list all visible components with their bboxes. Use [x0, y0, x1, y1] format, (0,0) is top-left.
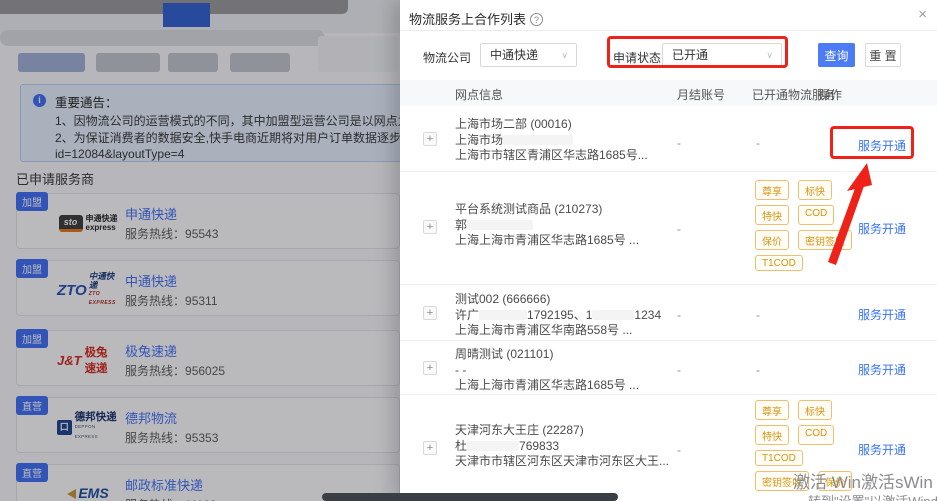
service-tag: 标快: [798, 400, 832, 420]
title-divider: [400, 30, 937, 31]
col-month-account: 月结账号: [677, 86, 725, 103]
redacted-area: [592, 310, 634, 320]
service-tag: 密钥签收: [798, 230, 852, 250]
service-tag: 尊享: [755, 400, 789, 420]
service-tag: T1COD: [755, 450, 803, 466]
service-tag: 特快: [755, 205, 789, 225]
network-name: 上海市场二部 (00016): [455, 117, 648, 133]
month-account-value: -: [677, 308, 681, 322]
expand-row-button[interactable]: +: [423, 306, 437, 320]
close-icon[interactable]: ×: [918, 6, 927, 23]
network-address: 上海市市辖区青浦区华志路1685号...: [455, 148, 648, 164]
table-header: 网点信息 月结账号 已开通物流服务 操作: [400, 80, 937, 106]
open-service-link[interactable]: 服务开通: [858, 441, 906, 458]
network-info: 上海市场二部 (00016) 上海市场 上海市市辖区青浦区华志路1685号...: [455, 117, 648, 164]
network-contact: 郭: [455, 218, 639, 234]
table-row: + 周晴测试 (021101) - - 上海上海市青浦区华志路1685号 ...…: [400, 341, 937, 395]
services-value: -: [756, 363, 760, 377]
status-filter-label: 申请状态: [613, 49, 661, 66]
network-address: 上海上海市青浦区华志路1685号 ...: [455, 378, 639, 394]
expand-row-button[interactable]: +: [423, 132, 437, 146]
table-row: + 测试002 (666666) 许广1792195、11234 上海上海市青浦…: [400, 285, 937, 341]
status-select[interactable]: 已开通 ∨: [662, 43, 782, 67]
network-address: 天津市市辖区河东区天津市河东区大王...: [455, 454, 669, 470]
service-tags: 尊享 标快 特快 COD 保价 密钥签收 T1COD: [755, 180, 859, 271]
redacted-area: [467, 220, 533, 230]
network-name: 天津河东大王庄 (22287): [455, 423, 669, 439]
drawer-title: 物流服务上合作列表?: [409, 9, 543, 28]
col-actions: 操作: [818, 86, 842, 103]
month-account-value: -: [677, 443, 681, 457]
expand-row-button[interactable]: +: [423, 361, 437, 375]
network-info: 天津河东大王庄 (22287) 杜769833 天津市市辖区河东区天津市河东区大…: [455, 423, 669, 470]
redacted-area: [479, 310, 527, 320]
drawer-dim-overlay[interactable]: [0, 0, 400, 501]
service-tag: 尊享: [755, 180, 789, 200]
network-address: 上海上海市青浦区华志路1685号 ...: [455, 233, 639, 249]
month-account-value: -: [677, 222, 681, 236]
network-name: 测试002 (666666): [455, 292, 661, 308]
open-service-link[interactable]: 服务开通: [858, 137, 906, 154]
network-contact: 杜769833: [455, 439, 669, 455]
expand-row-button[interactable]: +: [423, 441, 437, 455]
network-contact: 上海市场: [455, 133, 648, 149]
service-tag: T1COD: [755, 255, 803, 271]
expand-row-button[interactable]: +: [423, 220, 437, 234]
company-select[interactable]: 中通快递 ∨: [480, 43, 577, 67]
open-service-link[interactable]: 服务开通: [858, 306, 906, 323]
service-tag: COD: [798, 425, 834, 445]
redacted-area: [467, 441, 519, 451]
service-tag: 保价: [755, 230, 789, 250]
network-name: 周晴测试 (021101): [455, 347, 639, 363]
redacted-area: [503, 135, 573, 145]
network-name: 平台系统测试商品 (210273): [455, 202, 639, 218]
month-account-value: -: [677, 363, 681, 377]
open-service-link[interactable]: 服务开通: [858, 220, 906, 237]
company-filter-label: 物流公司: [423, 49, 471, 66]
network-info: 周晴测试 (021101) - - 上海上海市青浦区华志路1685号 ...: [455, 347, 639, 394]
network-contact: 许广1792195、11234: [455, 308, 661, 324]
chevron-down-icon: ∨: [561, 44, 568, 66]
screen: i 重要通告： 1、因物流公司的运营模式的不同，其中加盟型运营公司是以网点为单位…: [0, 0, 937, 501]
service-tag: COD: [798, 205, 834, 225]
table-row: + 上海市场二部 (00016) 上海市场 上海市市辖区青浦区华志路1685号.…: [400, 106, 937, 172]
month-account-value: -: [677, 136, 681, 150]
network-info: 平台系统测试商品 (210273) 郭 上海上海市青浦区华志路1685号 ...: [455, 202, 639, 249]
col-network-info: 网点信息: [455, 86, 503, 103]
open-service-link[interactable]: 服务开通: [858, 361, 906, 378]
logistics-cooperation-drawer: 物流服务上合作列表? × 物流公司 中通快递 ∨ 申请状态 已开通 ∨ 查询 重…: [400, 0, 937, 501]
services-value: -: [756, 136, 760, 150]
table-row: + 平台系统测试商品 (210273) 郭 上海上海市青浦区华志路1685号 .…: [400, 172, 937, 285]
chevron-down-icon: ∨: [766, 44, 773, 66]
network-contact: - -: [455, 363, 639, 379]
network-address: 上海上海市青浦区华南路558号 ...: [455, 323, 661, 339]
windows-activation-watermark-line2: 转到"设置"以激活Windows: [808, 491, 937, 501]
network-info: 测试002 (666666) 许广1792195、11234 上海上海市青浦区华…: [455, 292, 661, 339]
bottom-black-bar: [322, 493, 618, 501]
service-tag: 特快: [755, 425, 789, 445]
help-icon[interactable]: ?: [530, 13, 543, 26]
search-button[interactable]: 查询: [818, 43, 855, 67]
windows-activation-watermark: 激活 Win激活sWin: [793, 468, 933, 493]
reset-button[interactable]: 重 置: [865, 43, 901, 67]
service-tag: 标快: [798, 180, 832, 200]
services-value: -: [756, 308, 760, 322]
